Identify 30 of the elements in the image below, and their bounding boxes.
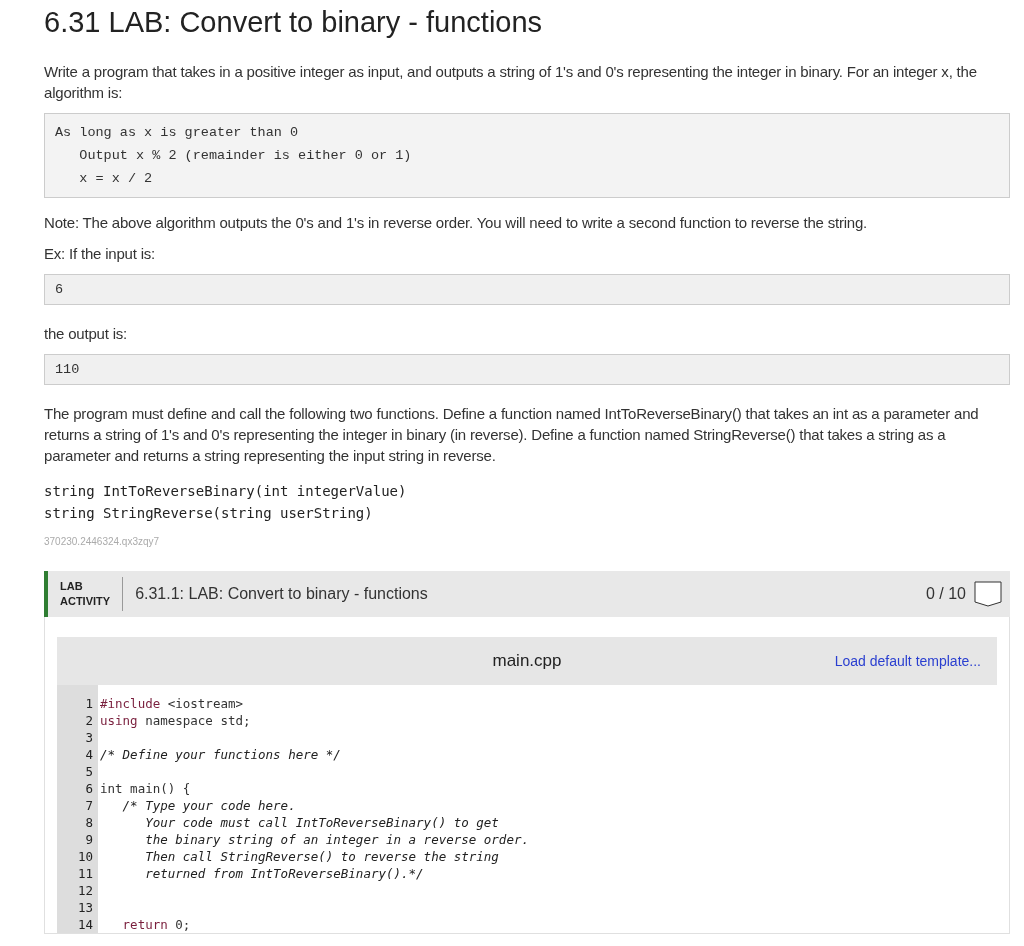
code-line: return 0; <box>121 916 191 933</box>
intro-paragraph: Write a program that takes in a positive integer as input, and outputs a string of 1's and 0's representing the integer in binary. For an integer x, the algorithm is: <box>44 62 978 103</box>
code-line: returned from IntToReverseBinary().*/ <box>144 865 424 882</box>
score-text: 0 / 10 <box>925 585 966 603</box>
description-paragraph: The program must define and call the following two functions. Define a function named IntToReverseBinary() that takes an int as a parameter and returns a string of 1's and 0's representing the integer in binary (in reverse). Define a function named StringReverse() that takes a string as a parameter and returns a string representing the input string in reverse. <box>44 404 980 466</box>
reference-code: 370230.2446324.qx3zqy7 <box>44 536 161 547</box>
load-template-link[interactable]: Load default template... <box>834 653 981 669</box>
file-name: main.cpp <box>492 651 562 670</box>
code-line: int main() { <box>99 780 191 797</box>
page-title: 6.31 LAB: Convert to binary - functions <box>44 6 544 39</box>
function-signature: string StringReverse(string userString) <box>44 504 374 523</box>
code-line: Then call StringReverse() to reverse the string <box>144 848 499 865</box>
algorithm-line: As long as x is greater than 0 <box>55 124 300 142</box>
lab-title: 6.31.1: LAB: Convert to binary - functions <box>135 585 429 603</box>
code-line: /* Define your functions here */ <box>99 746 341 763</box>
note-paragraph: Note: The above algorithm outputs the 0's and 1's in reverse order. You will need to write a second function to reverse the string. <box>44 213 869 233</box>
code-line: /* Type your code here. <box>121 797 296 814</box>
algorithm-line: Output x % 2 (remainder is either 0 or 1) <box>78 147 413 165</box>
code-line: Your code must call IntToReverseBinary() to get <box>144 814 499 831</box>
code-line: using namespace std; <box>99 712 251 729</box>
code-line: #include <iostream> <box>99 695 243 712</box>
example-label: Ex: If the input is: <box>44 244 157 264</box>
code-area[interactable] <box>57 685 997 933</box>
code-line: the binary string of an integer in a reverse order. <box>144 831 529 848</box>
example-output: 110 <box>44 354 1010 385</box>
function-signature: string IntToReverseBinary(int integerValue) <box>44 482 408 501</box>
lab-tag: ACTIVITY <box>60 594 111 609</box>
algorithm-line: x = x / 2 <box>78 170 154 188</box>
lab-tag: LAB <box>60 579 111 594</box>
output-label: the output is: <box>44 324 129 344</box>
